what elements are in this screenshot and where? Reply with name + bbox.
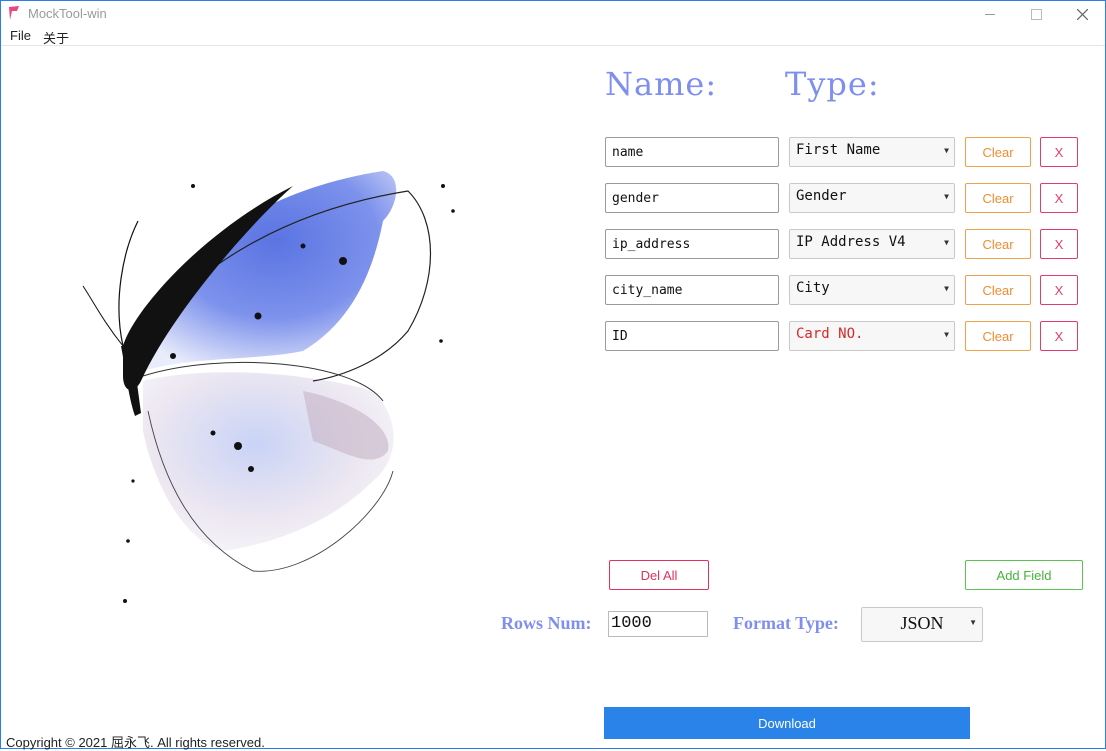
format-type-value: JSON bbox=[900, 613, 944, 633]
remove-field-button[interactable]: X bbox=[1040, 229, 1078, 259]
field-type-value: Card NO. bbox=[796, 326, 864, 342]
field-type-select[interactable]: Card NO. ▼ bbox=[789, 321, 955, 351]
delete-all-button[interactable]: Del All bbox=[609, 560, 709, 590]
field-name-input[interactable]: ID bbox=[605, 321, 779, 351]
format-type-select[interactable]: JSON ▼ bbox=[861, 607, 983, 642]
remove-field-button[interactable]: X bbox=[1040, 183, 1078, 213]
field-row: ip_address IP Address V4 ▼ Clear X bbox=[605, 229, 1080, 261]
maximize-icon bbox=[1030, 8, 1042, 20]
remove-field-button[interactable]: X bbox=[1040, 137, 1078, 167]
field-type-select[interactable]: City ▼ bbox=[789, 275, 955, 305]
field-row: name First Name ▼ Clear X bbox=[605, 137, 1080, 169]
clear-button[interactable]: Clear bbox=[965, 229, 1031, 259]
chevron-down-icon: ▼ bbox=[944, 146, 949, 155]
type-column-header: Type: bbox=[785, 65, 880, 103]
field-type-value: City bbox=[796, 280, 830, 296]
field-row: gender Gender ▼ Clear X bbox=[605, 183, 1080, 215]
butterfly-illustration bbox=[82, 171, 455, 603]
field-type-value: Gender bbox=[796, 188, 847, 204]
field-name-input[interactable]: gender bbox=[605, 183, 779, 213]
field-type-select[interactable]: Gender ▼ bbox=[789, 183, 955, 213]
menu-file[interactable]: File bbox=[10, 28, 31, 43]
minimize-icon bbox=[985, 13, 995, 15]
remove-field-button[interactable]: X bbox=[1040, 275, 1078, 305]
field-row: ID Card NO. ▼ Clear X bbox=[605, 321, 1080, 353]
menu-bar: File 关于 bbox=[1, 27, 1105, 46]
rows-num-label: Rows Num: bbox=[501, 613, 592, 633]
field-type-value: IP Address V4 bbox=[796, 234, 906, 250]
close-icon bbox=[1076, 8, 1088, 20]
close-button[interactable] bbox=[1059, 1, 1105, 27]
rows-num-input[interactable]: 1000 bbox=[608, 611, 708, 637]
field-name-input[interactable]: name bbox=[605, 137, 779, 167]
remove-field-button[interactable]: X bbox=[1040, 321, 1078, 351]
field-row: city_name City ▼ Clear X bbox=[605, 275, 1080, 307]
chevron-down-icon: ▼ bbox=[944, 238, 949, 247]
app-window: MockTool-win File 关于 Name: Type: name Fi… bbox=[0, 0, 1106, 750]
clear-button[interactable]: Clear bbox=[965, 321, 1031, 351]
maximize-button[interactable] bbox=[1013, 1, 1059, 27]
clear-button[interactable]: Clear bbox=[965, 275, 1031, 305]
download-button[interactable]: Download bbox=[604, 707, 970, 739]
add-field-button[interactable]: Add Field bbox=[965, 560, 1083, 590]
minimize-button[interactable] bbox=[967, 1, 1013, 27]
format-type-label: Format Type: bbox=[733, 613, 839, 633]
chevron-down-icon: ▼ bbox=[944, 330, 949, 339]
field-type-select[interactable]: IP Address V4 ▼ bbox=[789, 229, 955, 259]
chevron-down-icon: ▼ bbox=[944, 284, 949, 293]
field-name-input[interactable]: city_name bbox=[605, 275, 779, 305]
title-bar[interactable]: MockTool-win bbox=[1, 1, 1105, 27]
app-logo-icon bbox=[9, 6, 19, 20]
field-type-value: First Name bbox=[796, 142, 881, 158]
copyright-text: Copyright © 2021 屈永飞. All rights reserve… bbox=[6, 735, 265, 750]
field-name-input[interactable]: ip_address bbox=[605, 229, 779, 259]
chevron-down-icon: ▼ bbox=[944, 192, 949, 201]
window-title: MockTool-win bbox=[28, 6, 107, 21]
chevron-down-icon: ▼ bbox=[969, 618, 977, 627]
menu-about[interactable]: 关于 bbox=[43, 28, 69, 47]
clear-button[interactable]: Clear bbox=[965, 137, 1031, 167]
clear-button[interactable]: Clear bbox=[965, 183, 1031, 213]
field-type-select[interactable]: First Name ▼ bbox=[789, 137, 955, 167]
name-column-header: Name: bbox=[605, 65, 718, 103]
